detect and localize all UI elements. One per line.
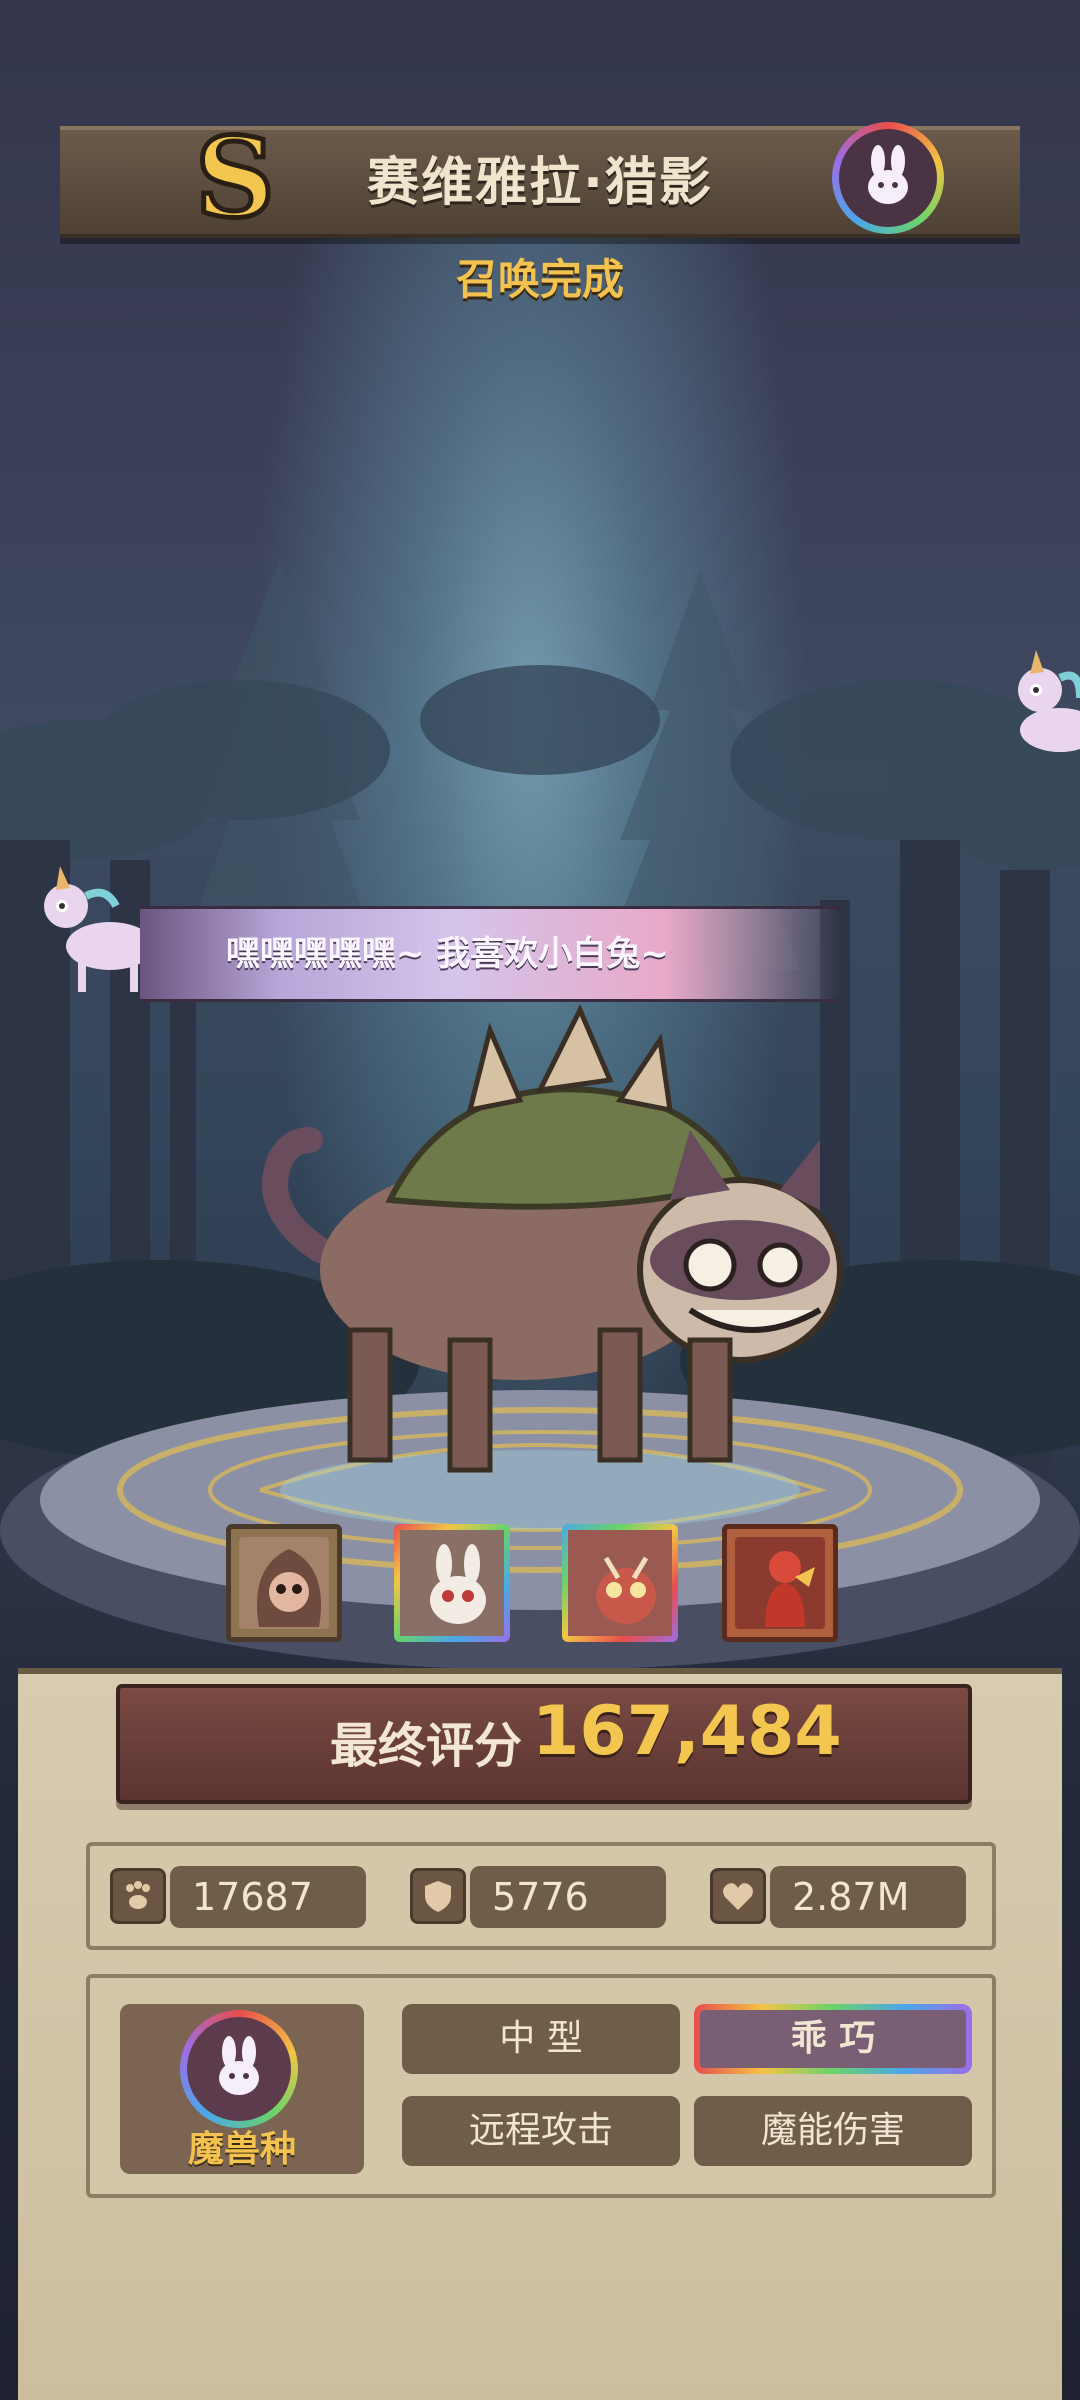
rabbit-skill-icon	[430, 1544, 486, 1624]
dialog-text: 嘿嘿嘿嘿嘿~ 我喜欢小白兔~	[226, 934, 669, 974]
shield-icon	[410, 1868, 466, 1924]
tag-personality[interactable]: 乖 巧	[694, 2004, 972, 2074]
rabbit-icon	[219, 2036, 259, 2095]
skill-slot-1[interactable]	[226, 1524, 342, 1642]
stat-attack-value: 17687	[170, 1866, 366, 1928]
summon-result-screen: S 赛维雅拉·猎影 召唤完成 嘿嘿嘿嘿嘿~ 我喜欢小白兔~ 最终评分 167,4…	[0, 0, 1080, 2400]
hooded-skull-icon	[257, 1549, 321, 1627]
heart-icon	[710, 1868, 766, 1924]
bug-face-icon	[596, 1556, 656, 1624]
fire-warrior-icon	[765, 1551, 815, 1627]
skill-slot-2[interactable]	[394, 1524, 510, 1642]
paw-icon	[110, 1868, 166, 1924]
race-label: 魔兽种	[187, 2129, 296, 2170]
rabbit-icon	[868, 145, 908, 204]
score-label: 最终评分	[330, 1718, 523, 1774]
creature-illustration	[262, 1004, 843, 1473]
tag-size[interactable]: 中 型	[402, 2004, 680, 2074]
tag-damage-type[interactable]: 魔能伤害	[694, 2096, 972, 2166]
race-type-badge	[180, 2010, 298, 2128]
summon-status: 召唤完成	[455, 255, 624, 304]
score-value: 167,484	[532, 1692, 842, 1771]
skill-slot-3[interactable]	[562, 1524, 678, 1642]
race-badge[interactable]	[832, 122, 944, 234]
skill-slot-4[interactable]	[722, 1524, 838, 1642]
unicorn-right-icon	[1018, 650, 1080, 752]
stat-health-value: 2.87M	[770, 1866, 966, 1928]
tag-attack-type[interactable]: 远程攻击	[402, 2096, 680, 2166]
stat-defense-value: 5776	[470, 1866, 666, 1928]
